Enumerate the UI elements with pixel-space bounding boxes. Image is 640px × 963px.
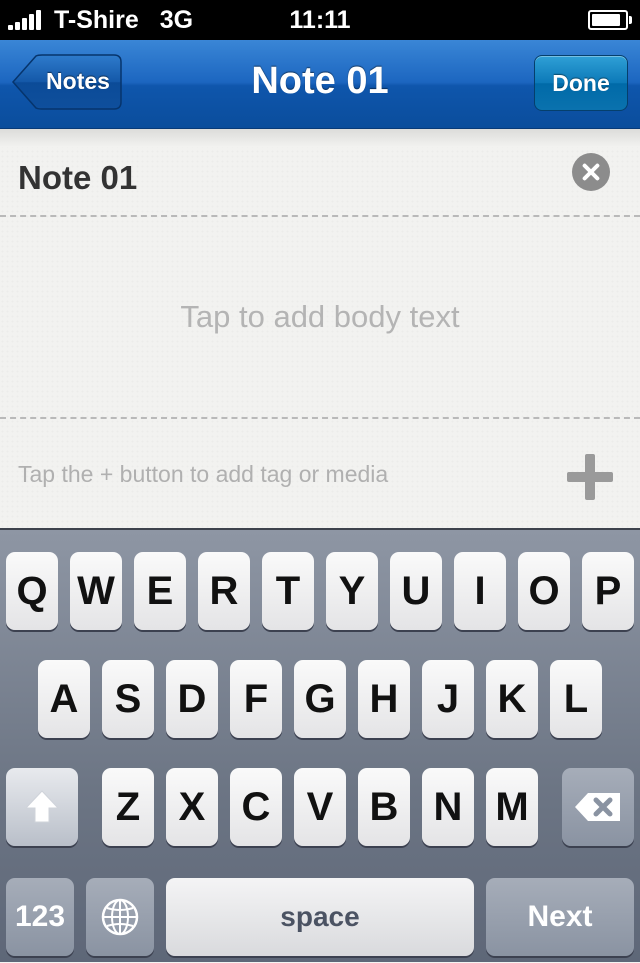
clear-icon[interactable] — [572, 153, 610, 191]
note-body-field[interactable]: Tap to add body text — [0, 299, 640, 335]
key-y[interactable]: Y — [326, 552, 378, 630]
key-o[interactable]: O — [518, 552, 570, 630]
backspace-icon — [575, 793, 620, 821]
key-l[interactable]: L — [550, 660, 602, 738]
key-p[interactable]: P — [582, 552, 634, 630]
key-c[interactable]: C — [230, 768, 282, 846]
globe-icon — [101, 898, 139, 936]
next-key[interactable]: Next — [486, 878, 634, 956]
plus-icon[interactable] — [567, 454, 613, 500]
key-q[interactable]: Q — [6, 552, 58, 630]
key-i[interactable]: I — [454, 552, 506, 630]
key-k[interactable]: K — [486, 660, 538, 738]
key-e[interactable]: E — [134, 552, 186, 630]
divider — [0, 417, 640, 419]
key-j[interactable]: J — [422, 660, 474, 738]
key-v[interactable]: V — [294, 768, 346, 846]
key-w[interactable]: W — [70, 552, 122, 630]
key-a[interactable]: A — [38, 660, 90, 738]
note-editor: Note 01 Tap to add body text Tap the + b… — [0, 129, 640, 529]
key-x[interactable]: X — [166, 768, 218, 846]
space-bar[interactable]: space — [166, 878, 474, 956]
done-button[interactable]: Done — [534, 55, 628, 111]
tag-hint-text: Tap the + button to add tag or media — [18, 461, 389, 487]
shift-key[interactable] — [6, 768, 78, 846]
status-bar: T-Shire 3G 11:11 — [0, 0, 640, 40]
key-d[interactable]: D — [166, 660, 218, 738]
key-z[interactable]: Z — [102, 768, 154, 846]
delete-key[interactable] — [562, 768, 634, 846]
paper-edge — [0, 129, 640, 147]
key-t[interactable]: T — [262, 552, 314, 630]
key-r[interactable]: R — [198, 552, 250, 630]
key-s[interactable]: S — [102, 660, 154, 738]
shift-icon — [24, 790, 60, 823]
key-b[interactable]: B — [358, 768, 410, 846]
battery-icon — [588, 10, 632, 30]
key-f[interactable]: F — [230, 660, 282, 738]
key-n[interactable]: N — [422, 768, 474, 846]
keyboard: Q W E R T Y U I O P A S D F G H J K L Z … — [0, 528, 640, 962]
note-title-field[interactable]: Note 01 — [18, 159, 137, 197]
navigation-bar: Notes Note 01 Done — [0, 40, 640, 129]
divider — [0, 215, 640, 217]
globe-key[interactable] — [86, 878, 154, 956]
key-m[interactable]: M — [486, 768, 538, 846]
numbers-key[interactable]: 123 — [6, 878, 74, 956]
status-time: 11:11 — [289, 6, 351, 34]
key-h[interactable]: H — [358, 660, 410, 738]
key-g[interactable]: G — [294, 660, 346, 738]
key-u[interactable]: U — [390, 552, 442, 630]
